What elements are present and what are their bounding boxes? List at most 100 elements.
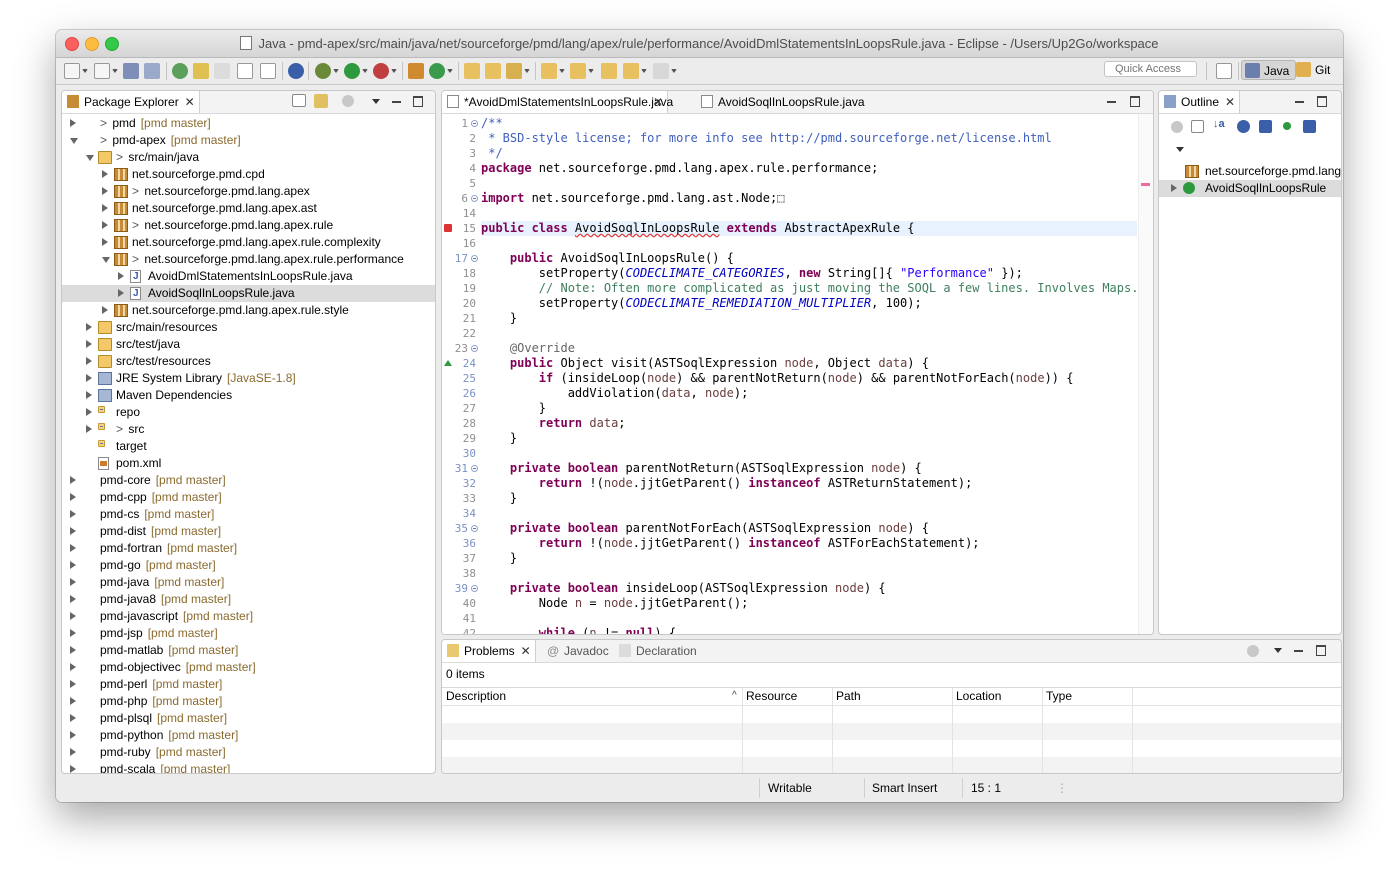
new-class-icon[interactable]	[94, 63, 110, 79]
expand-icon[interactable]	[118, 289, 124, 297]
tree-item[interactable]: pmd-java8 [pmd master]	[62, 591, 435, 608]
tab-declaration[interactable]: Declaration	[614, 640, 717, 662]
fold-toggle-icon[interactable]	[471, 525, 478, 532]
expand-icon[interactable]	[70, 510, 76, 518]
code-line[interactable]: private boolean insideLoop(ASTSoqlExpres…	[481, 581, 1137, 596]
tree-item[interactable]: pmd-perl [pmd master]	[62, 676, 435, 693]
fold-toggle-icon[interactable]	[471, 195, 478, 202]
fold-toggle-icon[interactable]	[471, 120, 478, 127]
code-line[interactable]: }	[481, 551, 1137, 566]
tree-item[interactable]: pmd-fortran [pmd master]	[62, 540, 435, 557]
override-marker-icon[interactable]	[444, 360, 452, 366]
code-line[interactable]: public class AvoidSoqlInLoopsRule extend…	[481, 221, 1137, 236]
hide-fields-icon[interactable]	[1237, 120, 1250, 133]
tree-item[interactable]: repo	[62, 404, 435, 421]
tree-item[interactable]: pmd-core [pmd master]	[62, 472, 435, 489]
maximize-icon[interactable]	[1130, 96, 1140, 107]
java-perspective-button[interactable]: Java	[1241, 60, 1297, 80]
code-line[interactable]: import net.sourceforge.pmd.lang.ast.Node…	[481, 191, 1137, 206]
external-tools-icon[interactable]	[373, 63, 389, 79]
code-line[interactable]: }	[481, 491, 1137, 506]
maximize-icon[interactable]	[1317, 96, 1327, 107]
block-selection-icon[interactable]	[214, 63, 230, 79]
tree-item[interactable]: > pmd-apex [pmd master]	[62, 132, 435, 149]
previous-annotation-dropdown-icon[interactable]	[588, 69, 594, 73]
expand-icon[interactable]	[102, 306, 108, 314]
column-location[interactable]: Location	[956, 688, 1001, 705]
debug-icon[interactable]	[315, 63, 331, 79]
expand-icon[interactable]	[70, 119, 76, 127]
code-line[interactable]	[481, 206, 1137, 221]
focus-icon[interactable]	[1247, 645, 1259, 657]
code-editor[interactable]: 1 2 3 4 5 6 14 15 16 17 18 19 20 21 22 23 24 25 26 27 28 29 30…	[442, 114, 1153, 634]
code-line[interactable]: if (insideLoop(node) && parentNotReturn(…	[481, 371, 1137, 386]
expand-icon[interactable]	[70, 544, 76, 552]
code-line[interactable]: Node n = node.jjtGetParent();	[481, 596, 1137, 611]
tree-item[interactable]: pmd-php [pmd master]	[62, 693, 435, 710]
tree-item[interactable]: net.sourceforge.pmd.lang.apex.rule.compl…	[62, 234, 435, 251]
tree-item[interactable]: pmd-matlab [pmd master]	[62, 642, 435, 659]
search-dropdown-icon[interactable]	[524, 69, 530, 73]
view-menu-icon[interactable]	[372, 99, 380, 104]
next-annotation-icon[interactable]	[541, 63, 557, 79]
column-description[interactable]: Description	[446, 688, 506, 705]
tree-item[interactable]: JRE System Library [JavaSE-1.8]	[62, 370, 435, 387]
column-resource[interactable]: Resource	[746, 688, 797, 705]
code-line[interactable]: while (n != null) {	[481, 626, 1137, 634]
tree-item[interactable]: pmd-cpp [pmd master]	[62, 489, 435, 506]
tree-item[interactable]: src/main/resources	[62, 319, 435, 336]
code-line[interactable]: addViolation(data, node);	[481, 386, 1137, 401]
column-type[interactable]: Type	[1046, 688, 1072, 705]
code-line[interactable]: }	[481, 311, 1137, 326]
error-icon[interactable]	[444, 224, 452, 232]
fold-toggle-icon[interactable]	[471, 585, 478, 592]
code-text-area[interactable]: /** * BSD-style license; for more info s…	[481, 114, 1137, 634]
expand-icon[interactable]	[70, 612, 76, 620]
expand-icon[interactable]	[102, 221, 108, 229]
expand-icon[interactable]	[70, 748, 76, 756]
collapse-icon[interactable]	[70, 138, 78, 144]
column-divider[interactable]	[1132, 688, 1133, 773]
save-all-icon[interactable]	[144, 63, 160, 79]
focus-icon[interactable]	[1171, 121, 1183, 133]
status-grip-icon[interactable]: ⋮	[1056, 781, 1068, 795]
tree-item[interactable]: > pmd [pmd master]	[62, 115, 435, 132]
open-type-icon[interactable]	[464, 63, 480, 79]
expand-icon[interactable]	[86, 425, 92, 433]
fold-toggle-icon[interactable]	[471, 465, 478, 472]
previous-annotation-icon[interactable]	[570, 63, 586, 79]
code-line[interactable]: private boolean parentNotReturn(ASTSoqlE…	[481, 461, 1137, 476]
code-line[interactable]: setProperty(CODECLIMATE_CATEGORIES, new …	[481, 266, 1137, 281]
expand-icon[interactable]	[102, 170, 108, 178]
tree-item[interactable]: pmd-javascript [pmd master]	[62, 608, 435, 625]
next-annotation-dropdown-icon[interactable]	[559, 69, 565, 73]
expand-icon[interactable]	[1171, 184, 1177, 192]
save-icon[interactable]	[123, 63, 139, 79]
tree-item[interactable]: src/test/java	[62, 336, 435, 353]
tree-item[interactable]: > net.sourceforge.pmd.lang.apex	[62, 183, 435, 200]
expand-icon[interactable]	[118, 272, 124, 280]
new-java-package-icon[interactable]	[408, 63, 424, 79]
tree-item[interactable]: > net.sourceforge.pmd.lang.apex.rule	[62, 217, 435, 234]
tree-item[interactable]: pmd-dist [pmd master]	[62, 523, 435, 540]
column-divider[interactable]	[1042, 688, 1043, 773]
close-tab-icon[interactable]: ✕	[653, 91, 663, 113]
hide-non-public-icon[interactable]	[1283, 122, 1291, 130]
tree-item[interactable]: > net.sourceforge.pmd.lang.apex.rule.per…	[62, 251, 435, 268]
code-line[interactable]	[481, 326, 1137, 341]
skip-breakpoints-icon[interactable]	[288, 63, 304, 79]
code-line[interactable]	[481, 236, 1137, 251]
tab-outline[interactable]: Outline ✕	[1159, 91, 1241, 113]
code-line[interactable]: return data;	[481, 416, 1137, 431]
new-java-class-dropdown-icon[interactable]	[447, 69, 453, 73]
fold-toggle-icon[interactable]	[471, 345, 478, 352]
code-line[interactable]: return !(node.jjtGetParent() instanceof …	[481, 476, 1137, 491]
mark-occurrences-icon[interactable]	[193, 63, 209, 79]
expand-icon[interactable]	[102, 187, 108, 195]
code-line[interactable]: // Note: Often more complicated as just …	[481, 281, 1137, 296]
overview-ruler[interactable]	[1138, 114, 1153, 634]
code-line[interactable]: */	[481, 146, 1137, 161]
tree-item[interactable]: pmd-cs [pmd master]	[62, 506, 435, 523]
tab-problems[interactable]: Problems ✕	[442, 640, 536, 662]
expand-icon[interactable]	[86, 357, 92, 365]
